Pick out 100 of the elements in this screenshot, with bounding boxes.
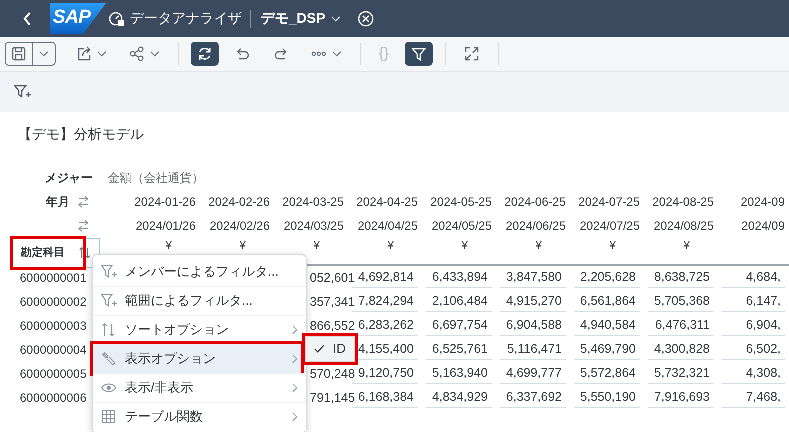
chevron-right-icon	[292, 412, 298, 422]
column-header: 2024/08/25	[652, 218, 715, 235]
table-cell: 5,732,321	[648, 364, 714, 384]
redo-icon	[273, 46, 289, 62]
table-cell: 4,699,777	[500, 364, 566, 384]
column-header: 2024-06-25	[504, 194, 567, 211]
sap-logo: SAP	[50, 2, 107, 34]
share-icon	[129, 46, 145, 62]
currency-symbol: ¥	[238, 239, 247, 254]
table-cell: 4,940,584	[574, 316, 640, 336]
table-cell: 5,572,864	[574, 364, 640, 384]
table-cell: 6,502,	[722, 340, 785, 360]
table-cell: 4,915,270	[500, 292, 566, 312]
wrench-icon	[101, 351, 117, 367]
menu-item[interactable]: 表示オプション	[93, 344, 306, 373]
back-icon[interactable]	[23, 12, 33, 26]
table-cell: 7,468,	[722, 388, 785, 408]
column-header: 2024/03/25	[282, 218, 345, 235]
column-header: 2024-05-25	[430, 194, 493, 211]
dimension-label: 年月	[46, 194, 70, 211]
sort-icon	[101, 322, 117, 338]
table-cell: 2,106,484	[426, 292, 492, 312]
chevron-right-icon	[292, 383, 298, 393]
table-cell: 6,697,754	[426, 316, 492, 336]
table-cell: 4,300,828	[648, 340, 714, 360]
table-cell: 6,904,588	[500, 316, 566, 336]
chevron-down-icon	[39, 51, 49, 57]
table-cell: 6,147,	[722, 292, 785, 312]
column-header: 2024-09	[740, 194, 786, 211]
chevron-right-icon	[292, 325, 298, 335]
table-cell: 4,684,	[722, 268, 785, 288]
table-cell: 3,847,580	[500, 268, 566, 288]
row-label: 6000000003	[20, 319, 87, 333]
currency-symbol: ¥	[386, 239, 395, 254]
column-header: 2024-02-26	[208, 194, 271, 211]
column-header: 2024-08-25	[652, 194, 715, 211]
table-cell: 6,433,894	[426, 268, 492, 288]
column-header: 2024-01-26	[134, 194, 197, 211]
currency-symbol: ¥	[534, 239, 543, 254]
measure-value: 金額（会社通貨）	[108, 170, 204, 187]
chevron-down-icon[interactable]	[330, 16, 341, 22]
table-cell: 6,337,692	[500, 388, 566, 408]
menu-item[interactable]: テーブル関数	[93, 402, 306, 431]
column-header: 2024/02/26	[208, 218, 271, 235]
table-icon	[101, 409, 117, 425]
sort-icon	[79, 247, 91, 259]
column-header: 2024/07/25	[578, 218, 641, 235]
close-icon[interactable]	[358, 10, 374, 26]
table-cell: 6,561,864	[574, 292, 640, 312]
row-label: 6000000005	[20, 367, 87, 381]
table-cell: 4,308,	[722, 364, 785, 384]
table-cell: 8,638,725	[648, 268, 714, 288]
table-cell: 6,525,761	[426, 340, 492, 360]
undo-icon	[235, 46, 251, 62]
export-icon	[76, 46, 92, 62]
column-header: 2024-04-25	[356, 194, 419, 211]
column-header: 2024/01/26	[134, 218, 197, 235]
column-header: 2024/06/25	[504, 218, 567, 235]
table-cell: 5,469,790	[574, 340, 640, 360]
submenu-item[interactable]: ID	[305, 336, 355, 362]
table-cell: 6,476,311	[648, 316, 714, 336]
menu-item[interactable]: 範囲によるフィルタ...	[93, 286, 306, 315]
gauge-icon	[109, 10, 125, 26]
swap-icon[interactable]	[76, 195, 90, 209]
currency-symbol: ¥	[312, 239, 321, 254]
filter-plus-icon	[101, 264, 117, 280]
chevron-right-icon	[292, 354, 298, 364]
filter-button[interactable]	[405, 42, 434, 66]
table-cell: 5,705,368	[648, 292, 714, 312]
add-filter-icon[interactable]	[14, 84, 32, 100]
chevron-down-icon	[332, 51, 342, 57]
currency-symbol: ¥	[608, 239, 617, 254]
filter-plus-icon	[101, 293, 117, 309]
column-header: 2024/04/25	[356, 218, 419, 235]
currency-symbol: ¥	[164, 239, 173, 254]
table-cell: 5,550,190	[574, 388, 640, 408]
measure-label: メジャー	[44, 170, 93, 187]
menu-item[interactable]: メンバーによるフィルタ...	[93, 257, 306, 286]
save-icon	[11, 46, 27, 62]
column-header: 2024-03-25	[282, 194, 345, 211]
filter-icon	[411, 46, 428, 62]
row-label: 6000000002	[20, 295, 87, 309]
currency-symbol: ¥	[682, 239, 691, 254]
table-cell: 7,916,693	[648, 388, 714, 408]
swap-icon[interactable]	[76, 219, 90, 233]
table-cell: 6,904,	[722, 316, 785, 336]
row-label: 6000000006	[20, 391, 87, 405]
page-title: 【デモ】分析モデル	[18, 126, 144, 142]
expand-icon	[464, 46, 480, 62]
chevron-down-icon	[150, 51, 160, 57]
chevron-down-icon	[97, 51, 107, 57]
table-cell: 5,163,940	[426, 364, 492, 384]
menu-item[interactable]: 表示/非表示	[93, 373, 306, 402]
table-cell: 5,116,471	[500, 340, 566, 360]
column-header: 2024/05/25	[430, 218, 493, 235]
table-cell: 4,834,929	[426, 388, 492, 408]
column-header: 2024-07-25	[578, 194, 641, 211]
app-title: データアナライザ	[130, 9, 242, 28]
refresh-button[interactable]	[191, 42, 219, 66]
document-title[interactable]: デモ_DSP	[261, 8, 326, 29]
